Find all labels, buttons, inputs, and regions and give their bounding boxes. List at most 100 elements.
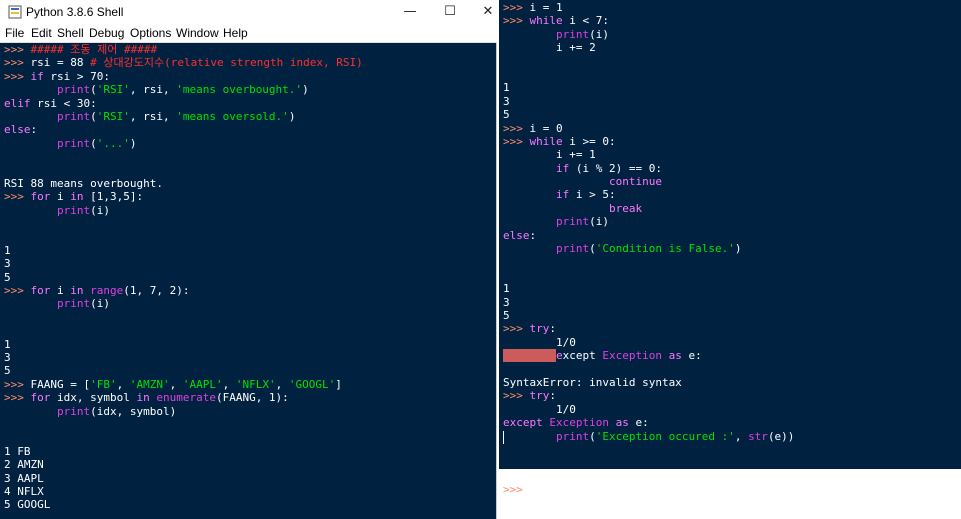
- code-token: while: [529, 14, 563, 28]
- python-app-icon: [8, 5, 22, 19]
- shell-line: >>> i = 0: [503, 122, 794, 135]
- menu-shell[interactable]: Shell: [57, 26, 84, 41]
- code-token: print: [56, 136, 91, 150]
- window-title: Python 3.8.6 Shell: [26, 5, 124, 19]
- code-token: >>>: [4, 377, 31, 391]
- code-token: while: [529, 134, 563, 148]
- menu-debug[interactable]: Debug: [89, 26, 124, 41]
- code-token: break: [608, 201, 643, 215]
- shell-line: print('Exception occured :', str(e)): [503, 430, 794, 443]
- shell-line: >>> ##### 조동 제어 #####: [4, 43, 363, 56]
- code-token: 5: [503, 308, 510, 322]
- code-token: 2 AMZN: [4, 458, 44, 472]
- shell-line: if (i % 2) == 0:: [503, 162, 794, 175]
- code-token: ): [129, 136, 137, 150]
- shell-line: [4, 311, 363, 324]
- code-token: 1: [4, 337, 11, 351]
- code-token: 'RSI': [96, 109, 130, 123]
- code-token: >>>: [4, 190, 31, 204]
- code-token: idx, symbol: [50, 391, 137, 405]
- code-token: >>>: [503, 389, 530, 403]
- title-bar[interactable]: Python 3.8.6 Shell — ☐ ✕: [0, 0, 497, 24]
- shell-line: print('RSI', rsi, 'means oversold.'): [4, 110, 363, 123]
- menu-window[interactable]: Window: [176, 26, 219, 41]
- shell-line: [503, 456, 794, 469]
- code-token: , rsi,: [129, 83, 177, 97]
- code-token: 'means oversold.': [176, 109, 289, 123]
- shell-line: >>> rsi = 88 # 상대강도지수(relative strength …: [4, 56, 363, 69]
- shell-line: print(idx, symbol): [4, 405, 363, 418]
- code-token: i > 5:: [569, 188, 616, 202]
- code-token: >>>: [503, 134, 530, 148]
- shell-line: i += 2: [503, 41, 794, 54]
- code-token: e: [555, 349, 563, 363]
- menu-file[interactable]: File: [5, 26, 24, 41]
- shell-line: SyntaxError: invalid syntax: [503, 376, 794, 389]
- code-token: 3: [4, 257, 11, 271]
- code-token: ##### 조동 제어 #####: [30, 43, 158, 56]
- shell-line: [503, 255, 794, 268]
- code-token: 5 GOOGL: [4, 498, 51, 512]
- menu-options[interactable]: Options: [130, 26, 171, 41]
- code-token: 1: [4, 243, 11, 257]
- code-token: print: [555, 242, 590, 256]
- code-token: i = 0: [529, 121, 563, 135]
- code-token: 'Condition is False.': [595, 242, 735, 256]
- shell-line: [503, 443, 794, 456]
- menu-edit[interactable]: Edit: [31, 26, 52, 41]
- code-token: SyntaxError: invalid syntax: [503, 375, 682, 389]
- code-token: print: [56, 83, 91, 97]
- code-token: as: [668, 349, 682, 363]
- code-token: 1/0: [503, 402, 576, 416]
- code-token: # 상대강도지수(relative strength index, RSI): [90, 56, 363, 70]
- shell-line: i += 1: [503, 148, 794, 161]
- code-token: >>>: [503, 322, 530, 336]
- code-token: else: [503, 228, 530, 242]
- code-token: if: [555, 188, 570, 202]
- menu-help[interactable]: Help: [223, 26, 248, 41]
- text-cursor: [503, 431, 504, 444]
- code-token: try: [529, 322, 550, 336]
- shell-line: [4, 217, 363, 230]
- shell-line: 3: [4, 257, 363, 270]
- shell-line: >>> while i < 7:: [503, 14, 794, 27]
- shell-line: [4, 324, 363, 337]
- shell-line: [4, 150, 363, 163]
- right-shell-text-area[interactable]: >>> i = 1 >>> while i < 7: print(i) i += …: [503, 1, 794, 496]
- code-token: print: [555, 215, 590, 229]
- minimize-button[interactable]: —: [388, 0, 432, 24]
- code-token: range: [90, 284, 124, 298]
- code-token: (e)): [767, 429, 795, 443]
- code-token: elif: [4, 96, 31, 110]
- code-token: >>>: [503, 14, 530, 28]
- code-token: ,: [222, 377, 236, 391]
- error-highlight: [503, 349, 556, 363]
- code-token: print: [56, 109, 91, 123]
- shell-line: Exception occured : division by zero: [503, 470, 794, 483]
- code-token: (i % 2) == 0:: [569, 161, 662, 175]
- code-token: as: [615, 416, 629, 430]
- code-token: i: [50, 284, 71, 298]
- left-shell-text-area[interactable]: >>> ##### 조동 제어 ##### >>> rsi = 88 # 상대강도…: [4, 43, 363, 512]
- shell-line: 1 FB: [4, 445, 363, 458]
- code-token: 'FB': [90, 377, 117, 391]
- code-token: print: [56, 297, 91, 311]
- code-token: ): [734, 242, 742, 256]
- code-token: print: [56, 404, 91, 418]
- shell-line: 1/0: [503, 336, 794, 349]
- shell-line: [503, 269, 794, 282]
- shell-line: except Exception as e:: [503, 416, 794, 429]
- shell-line: >>> try:: [503, 322, 794, 335]
- shell-line: 1: [503, 282, 794, 295]
- code-token: ): [288, 109, 296, 123]
- shell-line: print('RSI', rsi, 'means overbought.'): [4, 83, 363, 96]
- shell-line: continue: [503, 175, 794, 188]
